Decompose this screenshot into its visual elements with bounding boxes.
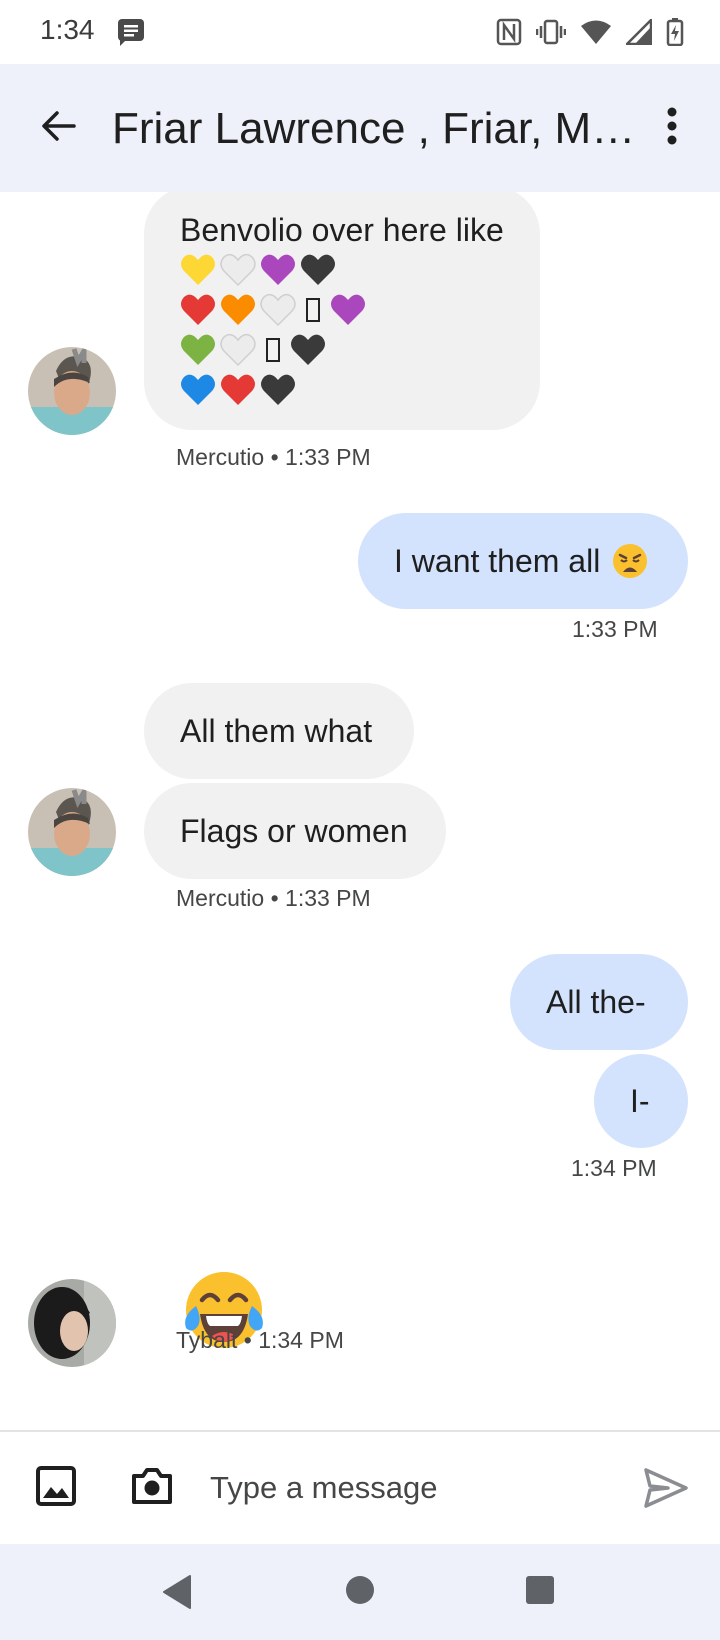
gallery-icon[interactable]: [32, 1462, 80, 1510]
status-bar: 1:34: [0, 0, 720, 64]
message-meta: 1:33 PM: [572, 616, 658, 642]
weary-face-icon: [613, 544, 648, 578]
status-icons: [496, 16, 684, 48]
message-bubble-incoming[interactable]: All them what: [144, 683, 414, 779]
message-bubble-outgoing[interactable]: I-: [594, 1054, 688, 1148]
message-text: All them what: [180, 713, 373, 749]
avatar-tybalt[interactable]: [28, 1279, 116, 1367]
message-text: I want them all: [394, 543, 601, 579]
system-navigation-bar: [0, 1544, 720, 1640]
emoji-row: [180, 370, 540, 410]
red-heart-icon: [181, 294, 215, 325]
white-heart-icon: [260, 293, 296, 327]
emoji-row: [180, 290, 540, 330]
message-composer: [0, 1430, 720, 1544]
red-heart-icon: [221, 374, 255, 405]
white-heart-icon: [220, 333, 256, 367]
avatar-mercutio[interactable]: [28, 347, 116, 435]
conversation-app-bar: Friar Lawrence , Friar, Me...: [0, 64, 720, 192]
emoji-row: [180, 250, 540, 290]
wifi-icon: [580, 19, 612, 45]
missing-glyph-icon: [306, 298, 320, 322]
black-heart-icon: [301, 254, 335, 285]
status-time: 1:34: [40, 14, 95, 45]
orange-heart-icon: [221, 294, 255, 325]
black-heart-icon: [291, 334, 325, 365]
more-vert-icon: [666, 107, 678, 150]
message-text: Flags or women: [180, 813, 408, 849]
nfc-icon: [496, 18, 522, 46]
message-meta: 1:34 PM: [571, 1155, 657, 1181]
message-text: I-: [630, 1083, 650, 1119]
back-button[interactable]: [30, 100, 86, 156]
recents-square-icon[interactable]: [524, 1574, 556, 1611]
message-notification-icon: [116, 17, 146, 47]
camera-icon[interactable]: [128, 1462, 176, 1510]
message-meta: Mercutio • 1:33 PM: [176, 444, 371, 470]
message-text: All the-: [546, 984, 646, 1020]
message-bubble-outgoing[interactable]: I want them all: [358, 513, 688, 609]
home-circle-icon[interactable]: [344, 1574, 376, 1611]
green-heart-icon: [181, 334, 215, 365]
message-text: Benvolio over here like: [180, 212, 504, 248]
battery-charging-icon: [666, 18, 684, 46]
message-meta: Tybalt • 1:34 PM: [176, 1327, 344, 1353]
yellow-heart-icon: [181, 254, 215, 285]
vibrate-icon: [536, 19, 566, 45]
message-bubble-outgoing[interactable]: All the-: [510, 954, 688, 1050]
conversation-title[interactable]: Friar Lawrence , Friar, Me...: [112, 102, 652, 156]
message-meta: Mercutio • 1:33 PM: [176, 885, 371, 911]
send-icon[interactable]: [640, 1462, 692, 1514]
message-bubble-incoming[interactable]: Benvolio over here like: [144, 192, 540, 430]
white-heart-icon: [220, 253, 256, 287]
signal-icon: [626, 19, 652, 45]
black-heart-icon: [261, 374, 295, 405]
avatar-mercutio[interactable]: [28, 788, 116, 876]
back-arrow-icon: [40, 110, 76, 147]
purple-heart-icon: [331, 294, 365, 325]
more-options-button[interactable]: [648, 100, 696, 156]
message-list[interactable]: Benvolio over here like Mercutio • 1:33 …: [0, 192, 720, 1430]
back-triangle-icon[interactable]: [162, 1574, 194, 1615]
blue-heart-icon: [181, 374, 215, 405]
missing-glyph-icon: [266, 338, 280, 362]
message-input[interactable]: [210, 1456, 590, 1520]
message-bubble-incoming[interactable]: Flags or women: [144, 783, 446, 879]
purple-heart-icon: [261, 254, 295, 285]
emoji-row: [180, 330, 540, 370]
